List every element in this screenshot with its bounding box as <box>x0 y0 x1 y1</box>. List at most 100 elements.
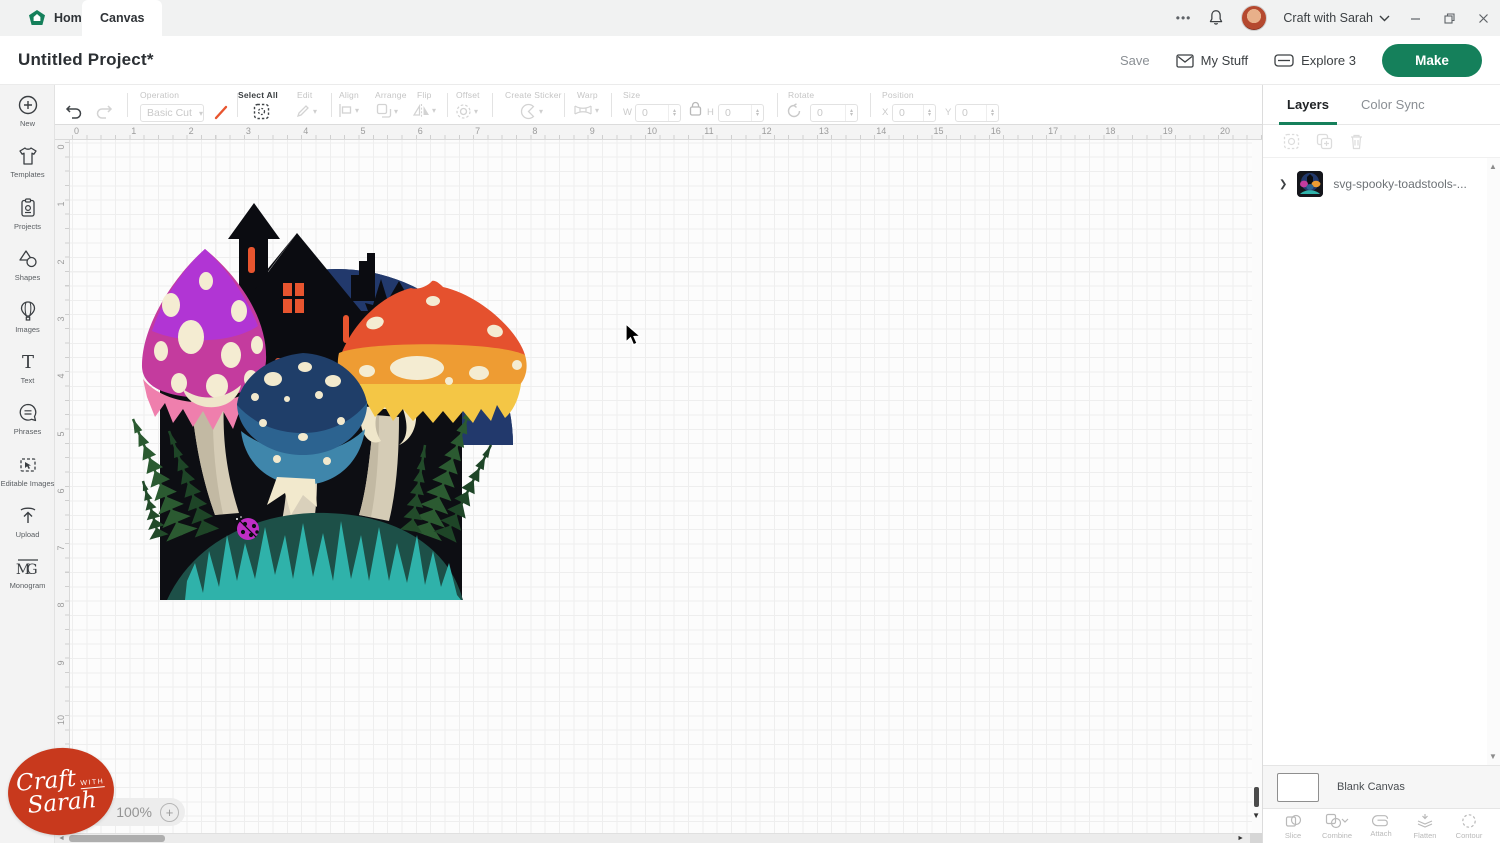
ruler-number: 18 <box>1105 126 1116 136</box>
edit-button[interactable]: ▾ <box>295 103 317 119</box>
slice-icon <box>1285 814 1301 827</box>
horizontal-scrollbar[interactable]: ◄ ► <box>55 833 1250 843</box>
save-button[interactable]: Save <box>1120 53 1150 68</box>
svg-text:G: G <box>26 562 37 578</box>
undo-button[interactable] <box>65 103 83 119</box>
warp-button[interactable]: ▾ <box>573 103 599 117</box>
slice-button[interactable]: Slice <box>1271 809 1315 843</box>
sidebar-item-phrases[interactable]: Phrases <box>0 393 55 444</box>
ruler-number: 9 <box>56 660 66 666</box>
sidebar-item-text[interactable]: T Text <box>0 342 55 393</box>
operation-value: Basic Cut <box>147 107 192 119</box>
sidebar-item-templates[interactable]: Templates <box>0 136 55 187</box>
scroll-down-icon[interactable]: ▼ <box>1252 811 1260 820</box>
layers-panel: Layers Color Sync ❯ svg-spooky-toadstool… <box>1262 85 1500 843</box>
delete-trash-icon[interactable] <box>1349 133 1364 150</box>
more-options-icon[interactable]: ••• <box>1176 11 1192 25</box>
sidebar-item-upload[interactable]: Upload <box>0 496 55 547</box>
size-h-input[interactable]: 0 ▴ ▾ <box>718 104 764 122</box>
sidebar-item-shapes[interactable]: Shapes <box>0 239 55 290</box>
rotate-icon[interactable] <box>786 103 802 119</box>
vertical-scroll-thumb[interactable] <box>1254 787 1259 807</box>
canvas-artwork-spooky-toadstools[interactable] <box>127 183 527 603</box>
my-stuff-button[interactable]: My Stuff <box>1175 53 1249 68</box>
operation-label: Operation <box>140 90 180 100</box>
offset-button[interactable]: ▾ <box>455 103 478 120</box>
attach-button[interactable]: Attach <box>1359 809 1403 843</box>
scroll-left-icon[interactable]: ◄ <box>58 835 65 842</box>
size-w-input[interactable]: 0 ▴ ▾ <box>635 104 681 122</box>
close-button[interactable] <box>1466 0 1500 36</box>
ruler-number: 6 <box>417 126 423 136</box>
horizontal-scroll-thumb[interactable] <box>69 835 165 842</box>
arrange-button[interactable]: ▾ <box>376 103 398 119</box>
minimize-button[interactable] <box>1398 0 1432 36</box>
flatten-button[interactable]: Flatten <box>1403 809 1447 843</box>
restore-button[interactable] <box>1432 0 1466 36</box>
position-label: Position <box>882 90 914 100</box>
ruler-number: 20 <box>1220 126 1231 136</box>
material-color-swatch[interactable] <box>213 104 230 121</box>
mouse-cursor <box>625 323 642 346</box>
clipboard-icon <box>20 198 35 217</box>
lock-aspect-icon[interactable] <box>689 101 702 116</box>
ruler-number: 1 <box>56 201 66 207</box>
panel-scrollbar[interactable]: ▲ ▼ <box>1487 158 1500 765</box>
combine-button[interactable]: Combine <box>1315 809 1359 843</box>
layer-row-spooky-toadstools[interactable]: ❯ svg-spooky-toadstools-... <box>1263 167 1489 201</box>
expand-chevron-icon[interactable]: ❯ <box>1279 179 1287 190</box>
zoom-in-button[interactable]: + <box>160 802 179 822</box>
operation-select[interactable]: Basic Cut ▾ <box>140 104 204 122</box>
ruler-number: 16 <box>990 126 1001 136</box>
ruler-number: 5 <box>360 126 366 136</box>
blank-canvas-row[interactable]: Blank Canvas <box>1263 765 1500 808</box>
contour-button[interactable]: Contour <box>1447 809 1491 843</box>
user-menu[interactable]: Craft with Sarah <box>1283 11 1390 25</box>
align-button[interactable]: ▾ <box>338 103 359 118</box>
contour-icon <box>1462 813 1476 828</box>
duplicate-icon[interactable] <box>1316 133 1333 150</box>
sidebar-item-projects[interactable]: Projects <box>0 188 55 239</box>
tshirt-icon <box>18 147 37 166</box>
rotate-input[interactable]: 0 ▴ ▾ <box>810 104 858 122</box>
select-all-button[interactable] <box>253 103 270 120</box>
create-sticker-button[interactable]: ▾ <box>520 103 543 120</box>
sidebar-item-editable-images[interactable]: Editable Images <box>0 445 55 496</box>
pos-x-input[interactable]: 0 ▴ ▾ <box>892 104 936 122</box>
tab-color-sync[interactable]: Color Sync <box>1361 85 1425 125</box>
design-space-app: Home Canvas ••• Craft with Sarah Untitle… <box>0 0 1500 843</box>
canvas-area[interactable]: 0 1 2 3 4 5 6 7 8 9 10 11 12 13 14 15 16 17 18 19 20 0123456… <box>55 125 1262 843</box>
panel-tabs: Layers Color Sync <box>1263 85 1500 125</box>
make-button[interactable]: Make <box>1382 44 1482 77</box>
flip-button[interactable]: ▾ <box>413 103 436 118</box>
window-controls <box>1398 0 1500 36</box>
logo-word-sarah: Sarah <box>26 786 98 819</box>
pos-y-input[interactable]: 0 ▴ ▾ <box>955 104 999 122</box>
group-select-icon[interactable] <box>1283 133 1300 150</box>
user-name-label: Craft with Sarah <box>1283 11 1373 25</box>
panel-scroll-up-icon[interactable]: ▲ <box>1489 162 1497 171</box>
chevron-down-icon: ▾ <box>198 108 203 118</box>
svg-text:T: T <box>21 352 33 373</box>
flatten-icon <box>1417 813 1433 828</box>
ruler-number: 7 <box>475 126 481 136</box>
shapes-icon <box>18 250 37 268</box>
user-avatar[interactable] <box>1241 5 1268 31</box>
ruler-number: 14 <box>876 126 887 136</box>
explore-machine-button[interactable]: Explore 3 <box>1274 53 1356 68</box>
speech-bubble-icon <box>19 404 36 422</box>
redo-button[interactable] <box>95 103 113 119</box>
ruler-number: 13 <box>818 126 829 136</box>
notifications-bell-icon[interactable] <box>1207 9 1225 27</box>
sidebar-item-new[interactable]: New <box>0 85 55 136</box>
tab-layers[interactable]: Layers <box>1279 85 1337 125</box>
sidebar-item-monogram[interactable]: MG Monogram <box>0 547 55 598</box>
ruler-number: 5 <box>56 431 66 437</box>
panel-scroll-down-icon[interactable]: ▼ <box>1489 752 1497 761</box>
cutting-machine-icon <box>1274 54 1294 67</box>
scroll-right-icon[interactable]: ► <box>1237 835 1244 842</box>
sidebar-item-images[interactable]: Images <box>0 291 55 342</box>
flip-label: Flip <box>417 90 432 100</box>
tab-canvas[interactable]: Canvas <box>82 0 163 36</box>
my-stuff-label: My Stuff <box>1200 53 1249 68</box>
